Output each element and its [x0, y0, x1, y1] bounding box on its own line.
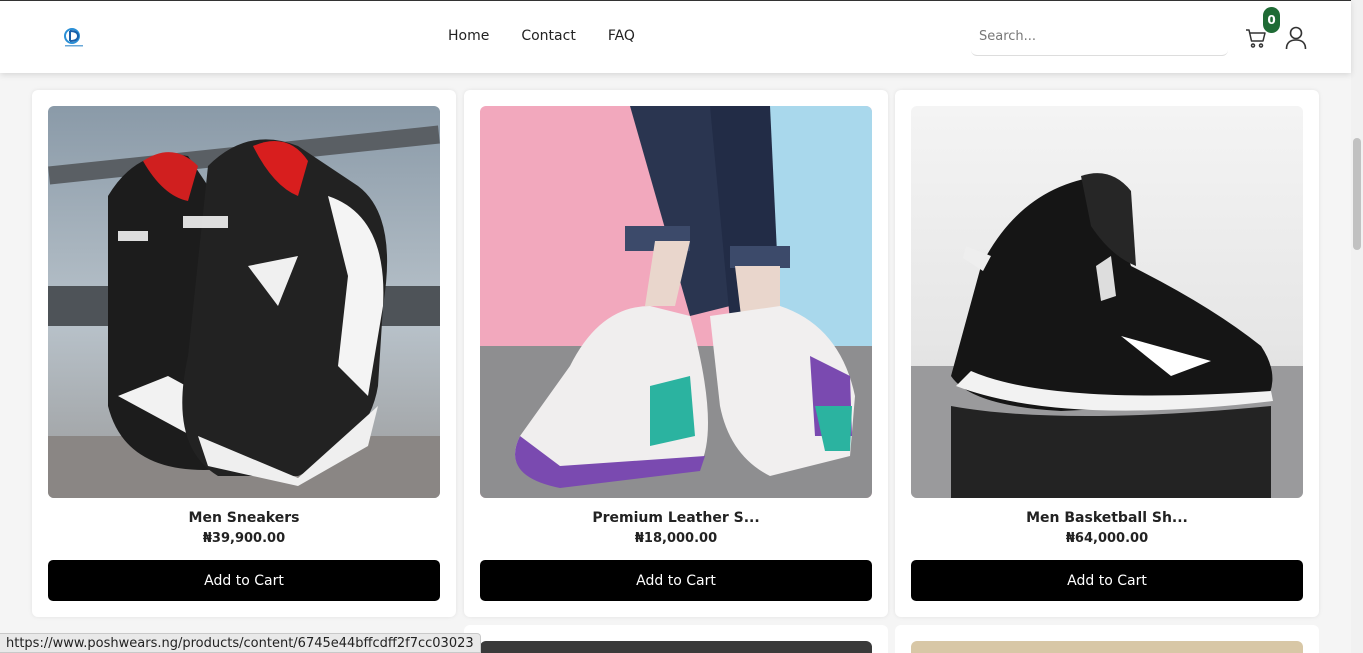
product-card[interactable]	[895, 625, 1319, 653]
logo[interactable]	[62, 26, 86, 48]
product-name[interactable]: Premium Leather S...	[464, 510, 888, 526]
product-price: ₦64,000.00	[1065, 531, 1149, 546]
nav-faq[interactable]: FAQ	[608, 28, 635, 44]
header: Home Contact FAQ 0	[0, 0, 1351, 73]
product-price: ₦18,000.00	[634, 531, 718, 546]
page: Home Contact FAQ 0	[0, 0, 1363, 653]
product-card[interactable]	[464, 625, 888, 653]
cart-count-badge: 0	[1263, 7, 1280, 33]
product-image[interactable]	[480, 641, 872, 653]
add-to-cart-button[interactable]: Add to Cart	[48, 560, 440, 601]
add-to-cart-button[interactable]: Add to Cart	[911, 560, 1303, 601]
search-input[interactable]	[971, 18, 1228, 56]
product-card[interactable]: Premium Leather S... ₦18,000.00 Add to C…	[464, 90, 888, 617]
nav-contact[interactable]: Contact	[521, 28, 575, 44]
product-name[interactable]: Men Basketball Sh...	[895, 510, 1319, 526]
product-card[interactable]: Men Basketball Sh... ₦64,000.00 Add to C…	[895, 90, 1319, 617]
product-image[interactable]	[480, 106, 872, 498]
add-to-cart-button[interactable]: Add to Cart	[480, 560, 872, 601]
product-image[interactable]	[48, 106, 440, 498]
main-nav: Home Contact FAQ	[448, 28, 635, 44]
product-price: ₦39,900.00	[202, 531, 286, 546]
product-card[interactable]: Men Sneakers ₦39,900.00 Add to Cart	[32, 90, 456, 617]
scrollbar-thumb[interactable]	[1353, 138, 1361, 250]
scrollbar[interactable]	[1351, 0, 1363, 653]
product-name[interactable]: Men Sneakers	[32, 510, 456, 526]
user-icon[interactable]	[1285, 26, 1307, 50]
link-status-bar: https://www.poshwears.ng/products/conten…	[0, 633, 481, 653]
product-image[interactable]	[911, 641, 1303, 653]
nav-home[interactable]: Home	[448, 28, 489, 44]
product-image[interactable]	[911, 106, 1303, 498]
